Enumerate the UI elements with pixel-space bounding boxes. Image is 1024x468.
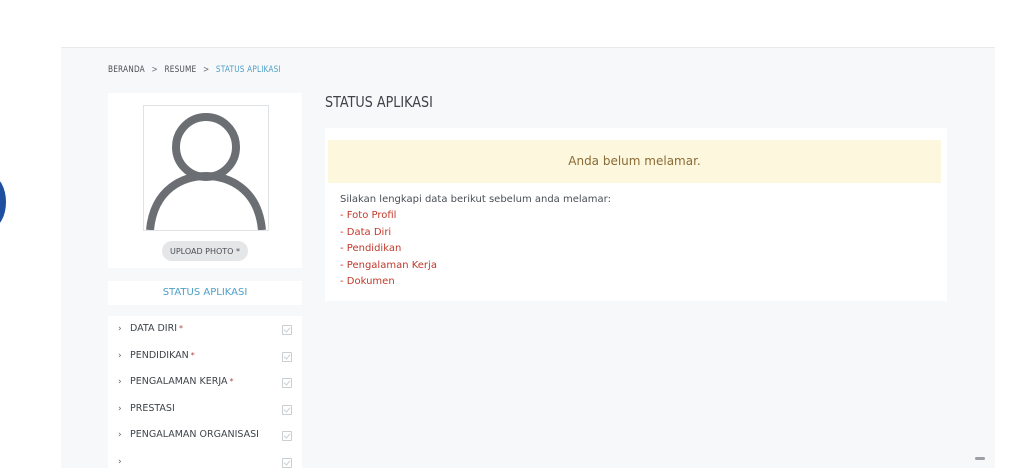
breadcrumb-home[interactable]: BERANDA — [108, 65, 145, 75]
sidebar-item-label: PENDIDIKAN — [130, 350, 189, 361]
status-aplikasi-tab[interactable]: STATUS APLIKASI — [108, 281, 302, 305]
requirement-pendidikan[interactable]: - Pendidikan — [340, 241, 437, 258]
check-square-icon — [282, 405, 292, 415]
chevron-right-icon: › — [118, 396, 130, 423]
requirement-foto-profil[interactable]: - Foto Profil — [340, 208, 437, 225]
breadcrumb-resume[interactable]: RESUME — [164, 65, 196, 75]
required-mark: * — [191, 351, 195, 360]
check-square-icon — [282, 431, 292, 441]
requirement-data-diri[interactable]: - Data Diri — [340, 225, 437, 242]
check-square-icon — [282, 352, 292, 362]
chevron-right-icon: › — [118, 343, 130, 370]
breadcrumb: BERANDA > RESUME > STATUS APLIKASI — [108, 65, 281, 75]
chevron-right-icon: › — [118, 449, 130, 468]
sidebar-item-label: PRESTASI — [130, 403, 175, 414]
breadcrumb-current: STATUS APLIKASI — [216, 65, 281, 75]
breadcrumb-separator: > — [203, 65, 209, 75]
sidebar-item-pengalaman-kerja[interactable]: ›PENGALAMAN KERJA* — [108, 369, 302, 396]
sidebar-item-label: PENGALAMAN ORGANISASI — [130, 429, 259, 440]
sidebar-item-label: DATA DIRI — [130, 323, 177, 334]
sidebar-item-label: PENGALAMAN KERJA — [130, 376, 228, 387]
scroll-indicator — [975, 457, 985, 460]
requirement-dokumen[interactable]: - Dokumen — [340, 274, 437, 291]
requirements-list: - Foto Profil - Data Diri - Pendidikan -… — [340, 208, 437, 291]
sidebar-menu: ›DATA DIRI* ›PENDIDIKAN* ›PENGALAMAN KER… — [108, 316, 302, 468]
required-mark: * — [179, 324, 183, 333]
requirement-pengalaman-kerja[interactable]: - Pengalaman Kerja — [340, 258, 437, 275]
check-square-icon — [282, 325, 292, 335]
page-container: BERANDA > RESUME > STATUS APLIKASI UPLOA… — [61, 47, 995, 468]
breadcrumb-separator: > — [151, 65, 157, 75]
chevron-right-icon: › — [118, 422, 130, 449]
requirements-intro: Silakan lengkapi data berikut sebelum an… — [340, 194, 611, 205]
chevron-right-icon: › — [118, 369, 130, 396]
page-title: STATUS APLIKASI — [325, 93, 433, 111]
user-silhouette-icon — [144, 106, 268, 230]
check-square-icon — [282, 458, 292, 468]
upload-photo-button[interactable]: UPLOAD PHOTO * — [162, 241, 248, 261]
edge-decoration — [0, 176, 6, 228]
check-square-icon — [282, 378, 292, 388]
sidebar-item-prestasi[interactable]: ›PRESTASI — [108, 396, 302, 423]
chevron-right-icon: › — [118, 316, 130, 343]
sidebar-item-pengalaman-organisasi[interactable]: ›PENGALAMAN ORGANISASI — [108, 422, 302, 449]
profile-photo — [143, 105, 269, 231]
sidebar-item-pendidikan[interactable]: ›PENDIDIKAN* — [108, 343, 302, 370]
status-alert: Anda belum melamar. — [328, 140, 941, 183]
sidebar-item-data-diri[interactable]: ›DATA DIRI* — [108, 316, 302, 343]
sidebar-item-partial[interactable]: › — [108, 449, 302, 468]
profile-photo-card: UPLOAD PHOTO * — [108, 93, 302, 268]
status-content-card: Anda belum melamar. Silakan lengkapi dat… — [325, 128, 947, 301]
required-mark: * — [230, 377, 234, 386]
